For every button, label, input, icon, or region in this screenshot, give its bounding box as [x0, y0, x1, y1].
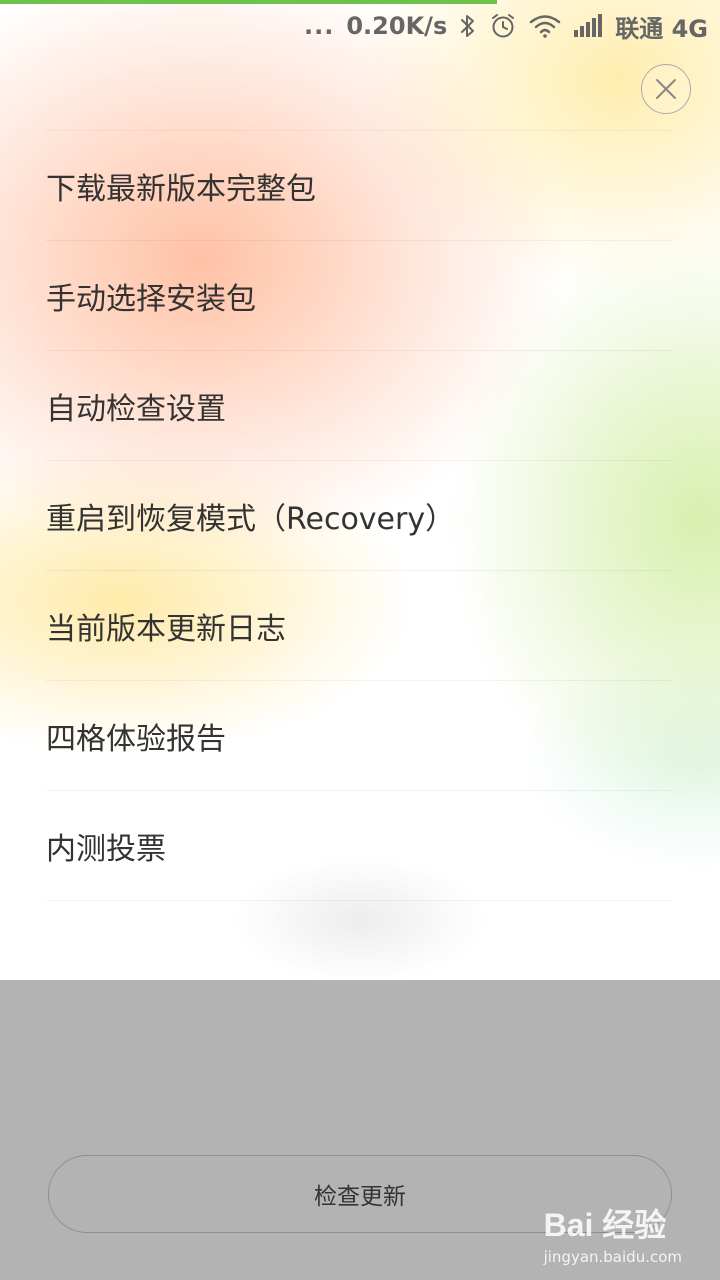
menu-item-experience-report[interactable]: 四格体验报告	[46, 681, 672, 791]
menu-item-changelog[interactable]: 当前版本更新日志	[46, 571, 672, 681]
menu-item-label: 四格体验报告	[46, 721, 226, 757]
menu-item-label: 重启到恢复模式（Recovery）	[46, 501, 456, 537]
menu-item-manual-select-package[interactable]: 手动选择安装包	[46, 241, 672, 351]
watermark-logo-text: Bai 经验	[543, 1207, 667, 1243]
close-button[interactable]	[641, 64, 691, 114]
screen: ... 0.20K/s 联通 4G 下载最新版本完整包 手动选择安装包 自动检查…	[0, 0, 720, 1280]
watermark-logo: Bai 经验	[544, 1200, 682, 1246]
menu-item-label: 自动检查设置	[46, 391, 226, 427]
menu-item-download-full-package[interactable]: 下载最新版本完整包	[46, 131, 672, 241]
wifi-icon	[529, 14, 561, 38]
menu-item-label: 内测投票	[46, 831, 166, 867]
menu-item-label: 当前版本更新日志	[46, 611, 286, 647]
menu-item-label: 手动选择安装包	[46, 281, 256, 317]
menu-item-label: 下载最新版本完整包	[46, 171, 316, 207]
bluetooth-icon	[459, 13, 477, 39]
menu-item-auto-check-settings[interactable]: 自动检查设置	[46, 351, 672, 461]
watermark-url: jingyan.baidu.com	[543, 1248, 682, 1266]
status-bar: ... 0.20K/s 联通 4G	[304, 0, 708, 52]
signal-icon	[573, 14, 603, 38]
menu-item-beta-vote[interactable]: 内测投票	[46, 791, 672, 901]
close-icon	[656, 79, 676, 99]
notification-dots: ...	[304, 12, 335, 40]
baidu-jingyan-watermark: Bai 经验 jingyan.baidu.com	[544, 1200, 682, 1266]
menu-item-reboot-recovery[interactable]: 重启到恢复模式（Recovery）	[46, 461, 672, 571]
update-options-menu: 下载最新版本完整包 手动选择安装包 自动检查设置 重启到恢复模式（Recover…	[46, 130, 672, 901]
carrier-label: 联通 4G	[615, 14, 708, 43]
network-speed: 0.20K/s	[346, 12, 448, 40]
alarm-icon	[489, 12, 517, 40]
